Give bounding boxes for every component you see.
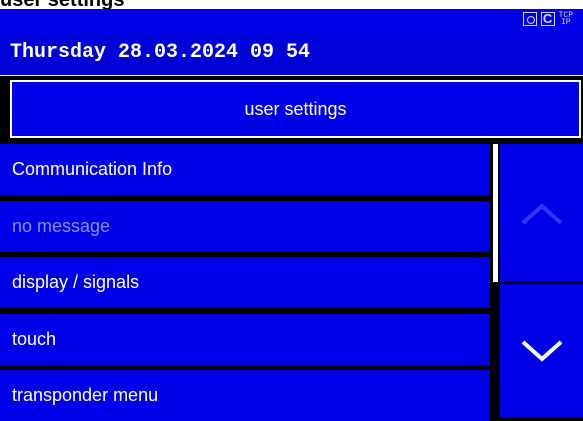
date-time: Thursday 28.03.2024 09 54: [10, 41, 311, 64]
date-time-bar: Thursday 28.03.2024 09 54: [0, 33, 583, 76]
menu-item-communication-info[interactable]: Communication Info: [0, 144, 490, 195]
menu-item-touch[interactable]: touch: [0, 314, 490, 365]
scrollbar[interactable]: [491, 144, 500, 417]
page-heading-text: user settings: [0, 0, 124, 9]
chevron-down-icon: [521, 340, 562, 362]
menu-item-no-message: no message: [0, 201, 490, 252]
user-settings-button[interactable]: user settings: [10, 80, 581, 138]
status-bar: C TCP IP: [0, 9, 583, 33]
wireless-icon: [522, 12, 537, 26]
scrollbar-thumb[interactable]: [493, 144, 498, 282]
page-heading-cropped: user settings: [0, 0, 583, 9]
chevron-up-icon: [521, 203, 562, 225]
scroll-up-button[interactable]: [500, 144, 583, 282]
scroll-down-button[interactable]: [500, 284, 583, 417]
menu-item-display-signals[interactable]: display / signals: [0, 257, 490, 308]
menu-item-transponder-menu[interactable]: transponder menu: [0, 370, 490, 421]
c-icon: C: [540, 12, 555, 26]
status-icons: C TCP IP: [522, 11, 573, 27]
tcp-ip-icon: TCP IP: [558, 11, 573, 27]
